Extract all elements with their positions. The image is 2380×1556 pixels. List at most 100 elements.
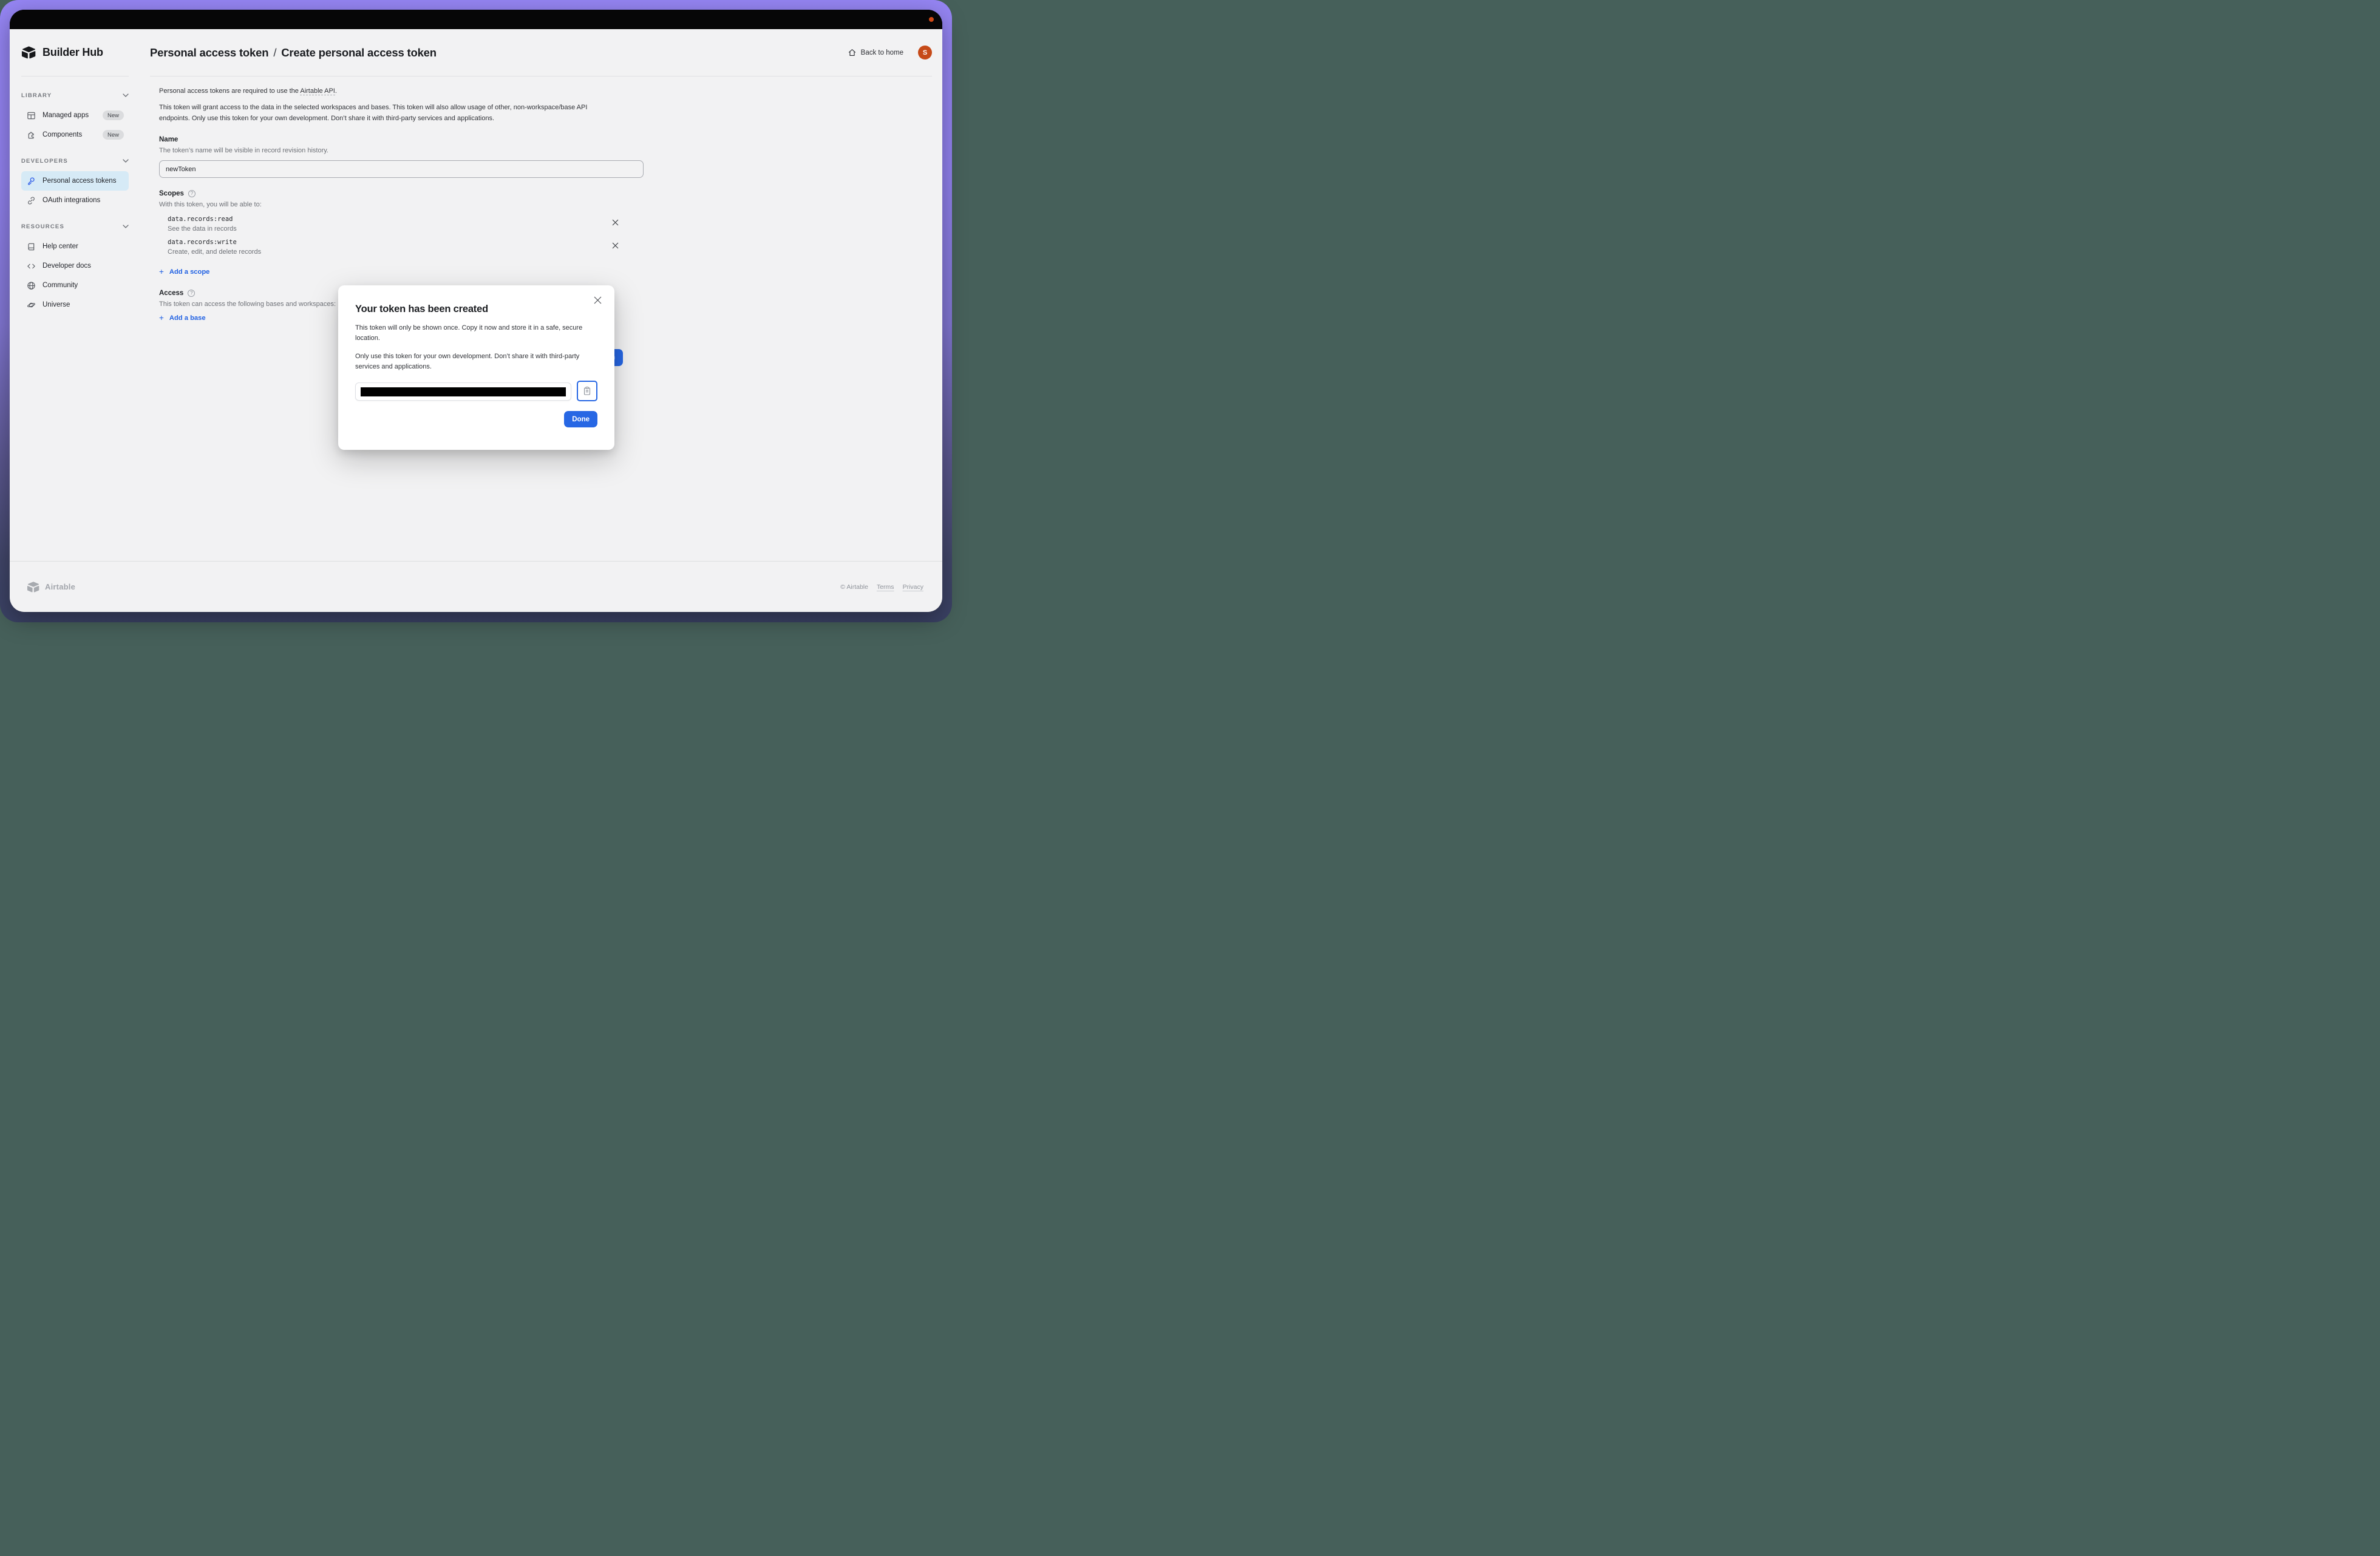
page-footer: Airtable © Airtable Terms Privacy (10, 561, 942, 612)
sidebar-item-label: Managed apps (42, 112, 89, 119)
scopes-label: Scopes ? (159, 189, 623, 199)
breadcrumb-section[interactable]: Personal access token (150, 46, 268, 59)
intro-paragraph: This token will grant access to the data… (159, 102, 596, 124)
sidebar-section-header-library[interactable]: LIBRARY (21, 90, 129, 101)
sidebar-item-personal-access-tokens[interactable]: Personal access tokens (21, 171, 129, 191)
token-name-input[interactable] (159, 160, 644, 178)
chevron-down-icon (123, 159, 129, 163)
home-icon (848, 48, 857, 57)
scope-list: data.records:read See the data in record… (159, 214, 623, 257)
sidebar-item-community[interactable]: Community (21, 276, 129, 295)
sidebar-item-universe[interactable]: Universe (21, 295, 129, 314)
sidebar-item-label: Components (42, 131, 82, 138)
scope-name: data.records:write (168, 237, 623, 247)
modal-close-button[interactable] (593, 295, 602, 305)
sidebar-item-oauth-integrations[interactable]: OAuth integrations (21, 191, 129, 210)
managed-apps-icon (27, 111, 36, 120)
scope-description: Create, edit, and delete records (168, 247, 623, 257)
plus-icon: + (159, 314, 164, 322)
avatar[interactable]: S (918, 46, 932, 59)
add-base-label: Add a base (169, 314, 206, 322)
footer-privacy-link[interactable]: Privacy (903, 583, 923, 591)
brand-name: Builder Hub (42, 46, 103, 59)
link-icon (27, 196, 36, 205)
close-icon (594, 296, 602, 304)
window-titlebar (10, 10, 942, 29)
access-label-text: Access (159, 288, 183, 298)
footer-brand[interactable]: Airtable (27, 582, 75, 593)
browser-window: Builder Hub Personal access token / Create… (10, 10, 942, 612)
builder-hub-page: Builder Hub Personal access token / Create… (10, 29, 942, 612)
desktop-frame: Builder Hub Personal access token / Create… (0, 0, 952, 622)
code-icon (27, 262, 36, 271)
sidebar-section-developers: DEVELOPERS (21, 155, 129, 210)
x-icon (612, 242, 619, 249)
sidebar: LIBRARY Managed apps New (10, 76, 138, 561)
breadcrumb-separator: / (273, 46, 276, 59)
sidebar-section-header-developers[interactable]: DEVELOPERS (21, 155, 129, 166)
sidebar-item-label: Developer docs (42, 262, 91, 270)
section-label: LIBRARY (21, 92, 52, 99)
scope-description: See the data in records (168, 224, 623, 234)
brand[interactable]: Builder Hub (21, 29, 129, 76)
header-main: Personal access token/Create personal ac… (150, 29, 932, 76)
intro-text: Personal access tokens are required to u… (159, 87, 300, 95)
sidebar-item-label: Personal access tokens (42, 177, 116, 185)
sidebar-item-managed-apps[interactable]: Managed apps New (21, 106, 129, 125)
planet-icon (27, 301, 36, 310)
back-to-home-link[interactable]: Back to home (848, 48, 903, 57)
copy-token-button[interactable] (577, 381, 597, 401)
add-base-button[interactable]: + Add a base (159, 314, 206, 322)
intro-text-suffix: . (335, 87, 337, 95)
sidebar-item-developer-docs[interactable]: Developer docs (21, 256, 129, 276)
page-body: LIBRARY Managed apps New (10, 76, 942, 561)
plus-icon: + (159, 268, 164, 276)
modal-actions: Done (355, 411, 597, 427)
x-icon (612, 219, 619, 226)
sidebar-item-label: Help center (42, 243, 78, 250)
modal-paragraph-1: This token will only be shown once. Copy… (355, 323, 597, 344)
sidebar-item-label: Universe (42, 301, 70, 308)
remove-scope-button[interactable] (611, 218, 619, 226)
access-help-icon[interactable]: ? (188, 290, 195, 297)
section-label: DEVELOPERS (21, 158, 68, 165)
new-badge: New (103, 130, 124, 140)
airtable-api-link[interactable]: Airtable API (300, 87, 335, 95)
scopes-help-icon[interactable]: ? (188, 190, 195, 197)
scopes-label-text: Scopes (159, 189, 184, 199)
footer-terms-link[interactable]: Terms (877, 583, 894, 591)
footer-copyright: © Airtable (840, 583, 868, 591)
recording-dot (929, 17, 934, 22)
footer-links: © Airtable Terms Privacy (840, 583, 923, 591)
done-button[interactable]: Done (564, 411, 597, 427)
sidebar-item-label: Community (42, 282, 78, 289)
name-label: Name (159, 135, 623, 144)
remove-scope-button[interactable] (611, 241, 619, 250)
globe-icon (27, 281, 36, 290)
token-row (355, 381, 597, 401)
components-puzzle-icon (27, 131, 36, 140)
scope-row-write: data.records:write Create, edit, and del… (159, 237, 623, 257)
airtable-logo-icon (21, 46, 36, 59)
name-label-text: Name (159, 135, 178, 144)
intro-line: Personal access tokens are required to u… (159, 86, 623, 96)
modal-title: Your token has been created (355, 304, 597, 315)
modal-paragraph-2: Only use this token for your own develop… (355, 352, 597, 372)
airtable-logo-icon-gray (27, 582, 40, 593)
token-value-field[interactable] (355, 382, 571, 401)
sidebar-item-help-center[interactable]: Help center (21, 237, 129, 256)
footer-brand-name: Airtable (45, 582, 75, 591)
header-actions: Back to home S (848, 46, 932, 59)
section-label: RESOURCES (21, 223, 64, 230)
sidebar-item-components[interactable]: Components New (21, 125, 129, 144)
chevron-down-icon (123, 225, 129, 228)
scope-name: data.records:read (168, 214, 623, 224)
sidebar-section-header-resources[interactable]: RESOURCES (21, 221, 129, 232)
sidebar-section-resources: RESOURCES H (21, 221, 129, 314)
add-scope-button[interactable]: + Add a scope (159, 268, 209, 276)
add-scope-label: Add a scope (169, 268, 210, 276)
scope-row-read: data.records:read See the data in record… (159, 214, 623, 234)
key-icon (27, 177, 36, 186)
sidebar-section-library: LIBRARY Managed apps New (21, 90, 129, 144)
breadcrumb: Personal access token/Create personal ac… (150, 46, 437, 59)
